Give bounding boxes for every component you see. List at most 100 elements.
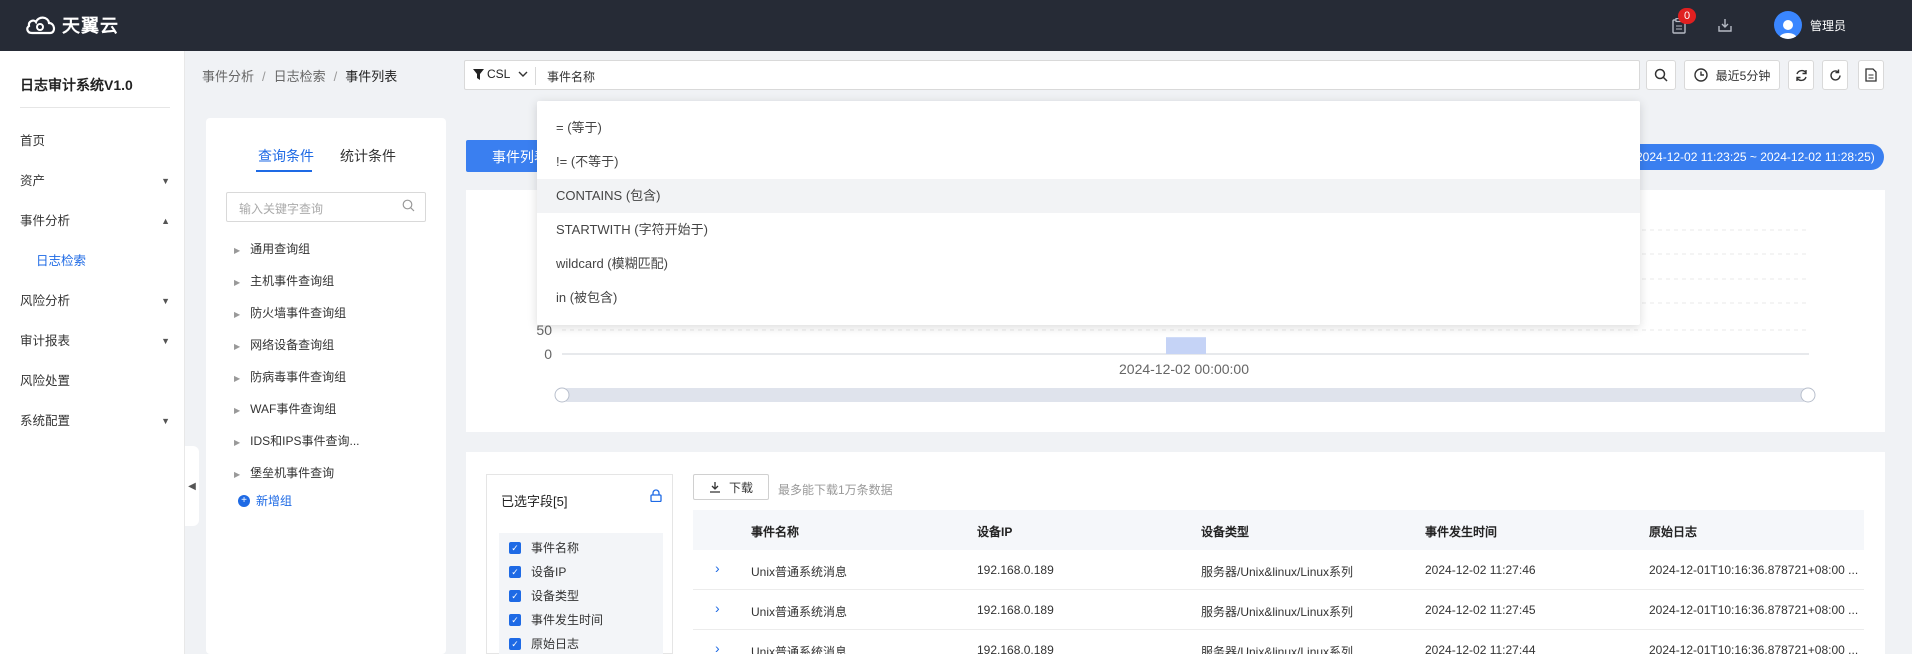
query-group-item[interactable]: ▶ 主机事件查询组 xyxy=(234,272,334,289)
cloud-icon xyxy=(26,16,56,35)
export-button[interactable] xyxy=(1858,60,1884,90)
field-label: 设备类型 xyxy=(531,589,580,603)
sidebar-item-assets[interactable]: 资产 ▼ xyxy=(20,170,170,192)
caret-right-icon: ▶ xyxy=(234,438,241,447)
breadcrumb-item[interactable]: 事件分析 xyxy=(202,69,254,84)
sidebar-item-label: 系统配置 xyxy=(20,414,71,428)
refresh-button[interactable] xyxy=(1822,60,1848,90)
query-input[interactable] xyxy=(547,66,1147,86)
avatar xyxy=(1774,11,1802,39)
checkbox-checked-icon[interactable]: ✓ xyxy=(509,637,521,650)
tab-query-conditions[interactable]: 查询条件 xyxy=(258,146,314,166)
sidebar-item-event-analysis[interactable]: 事件分析 ▲ xyxy=(20,210,170,232)
sidebar-item-label: 风险处置 xyxy=(20,374,71,388)
caret-right-icon: ▶ xyxy=(234,470,241,479)
query-group-label: IDS和IPS事件查询... xyxy=(250,434,360,448)
field-checkbox-row[interactable]: ✓ 设备IP xyxy=(509,563,566,580)
sidebar-item-risk-analysis[interactable]: 风险分析 ▼ xyxy=(20,290,170,312)
zoom-slider-handle-right[interactable] xyxy=(1800,387,1816,403)
sidebar-item-home[interactable]: 首页 xyxy=(20,130,170,152)
clock-icon xyxy=(1693,68,1708,82)
query-bar: CSL xyxy=(464,60,1640,90)
download-tray-icon[interactable] xyxy=(1718,18,1732,36)
cell-event-name: Unix普通系统消息 xyxy=(751,605,848,619)
operator-option-in[interactable]: in (被包含) xyxy=(537,281,1640,315)
chevron-right-icon[interactable]: › xyxy=(715,600,720,616)
download-button[interactable]: 下载 xyxy=(693,474,769,500)
operator-option-wildcard[interactable]: wildcard (模糊匹配) xyxy=(537,247,1640,281)
field-label: 事件名称 xyxy=(531,541,580,555)
notification-badge: 0 xyxy=(1678,8,1696,24)
table-row[interactable]: › Unix普通系统消息 192.168.0.189 服务器/Unix&linu… xyxy=(693,550,1864,590)
query-group-label: 网络设备查询组 xyxy=(250,338,335,352)
histogram-bar[interactable] xyxy=(1166,337,1206,354)
checkbox-checked-icon[interactable]: ✓ xyxy=(509,613,521,626)
lock-icon[interactable] xyxy=(650,489,662,505)
divider xyxy=(535,67,536,85)
selected-fields-panel: 已选字段[5] ✓ 事件名称 ✓ 设备IP ✓ 设备类型 ✓ 事件发生时间 ✓ 原始日志 xyxy=(486,474,673,654)
column-header[interactable]: 事件发生时间 xyxy=(1425,523,1497,540)
cell-event-time: 2024-12-02 11:27:46 xyxy=(1425,563,1536,577)
caret-right-icon: ▶ xyxy=(234,310,241,319)
cell-device-ip: 192.168.0.189 xyxy=(977,563,1054,577)
checkbox-checked-icon[interactable]: ✓ xyxy=(509,541,521,554)
chevron-right-icon[interactable]: › xyxy=(715,640,720,654)
operator-dropdown: = (等于) != (不等于) CONTAINS (包含) STARTWITH … xyxy=(537,101,1640,325)
add-group-button[interactable]: + 新增组 xyxy=(238,492,292,509)
sidebar: 日志审计系统V1.0 首页 资产 ▼ 事件分析 ▲ 日志检索 风险分析 ▼ 审计报表 ▼… xyxy=(0,51,185,654)
cell-device-type: 服务器/Unix&linux/Linux系列 xyxy=(1201,645,1354,654)
query-mode-select[interactable]: CSL xyxy=(473,67,528,81)
auto-refresh-button[interactable] xyxy=(1788,60,1814,90)
operator-option-equals[interactable]: = (等于) xyxy=(537,111,1640,145)
checkbox-checked-icon[interactable]: ✓ xyxy=(509,565,521,578)
sidebar-divider xyxy=(20,107,170,108)
sidebar-item-label: 资产 xyxy=(20,174,46,188)
column-header[interactable]: 设备IP xyxy=(977,523,1012,540)
checkbox-checked-icon[interactable]: ✓ xyxy=(509,589,521,602)
tab-stat-conditions[interactable]: 统计条件 xyxy=(340,146,396,166)
plus-icon: + xyxy=(238,494,250,507)
column-header[interactable]: 事件名称 xyxy=(751,523,799,540)
active-tab-indicator xyxy=(256,170,312,172)
x-tick-label: 2024-12-02 00:00:00 xyxy=(1119,361,1249,377)
caret-right-icon: ▶ xyxy=(234,374,241,383)
sidebar-item-audit-report[interactable]: 审计报表 ▼ xyxy=(20,330,170,352)
field-checkbox-row[interactable]: ✓ 原始日志 xyxy=(509,635,579,652)
operator-option-not-equals[interactable]: != (不等于) xyxy=(537,145,1640,179)
collapse-sidebar-button[interactable]: ◀ xyxy=(185,446,199,526)
search-button[interactable] xyxy=(1646,60,1676,90)
query-group-item[interactable]: ▶ WAF事件查询组 xyxy=(234,400,336,417)
time-range-button[interactable]: 最近5分钟 xyxy=(1684,60,1780,90)
operator-option-startwith[interactable]: STARTWITH (字符开始于) xyxy=(537,213,1640,247)
table-row[interactable]: › Unix普通系统消息 192.168.0.189 服务器/Unix&linu… xyxy=(693,630,1864,654)
download-icon xyxy=(709,482,720,493)
keyword-search-input[interactable]: 输入关键字查询 xyxy=(226,192,426,222)
query-group-label: 通用查询组 xyxy=(250,242,311,256)
zoom-slider-handle-left[interactable] xyxy=(554,387,570,403)
sidebar-item-system-config[interactable]: 系统配置 ▼ xyxy=(20,410,170,432)
query-group-item[interactable]: ▶ 堡垒机事件查询 xyxy=(234,464,334,481)
sidebar-item-risk-handling[interactable]: 风险处置 xyxy=(20,370,170,392)
query-group-item[interactable]: ▶ 网络设备查询组 xyxy=(234,336,334,353)
breadcrumb-item[interactable]: 日志检索 xyxy=(274,69,326,84)
sidebar-item-log-search[interactable]: 日志检索 xyxy=(36,250,186,272)
chevron-right-icon[interactable]: › xyxy=(715,560,720,576)
user-menu[interactable]: 管理员 xyxy=(1774,11,1846,39)
query-group-item[interactable]: ▶ IDS和IPS事件查询... xyxy=(234,432,360,449)
field-checkbox-row[interactable]: ✓ 事件名称 xyxy=(509,539,579,556)
query-group-item[interactable]: ▶ 防火墙事件查询组 xyxy=(234,304,346,321)
search-icon xyxy=(402,199,415,215)
zoom-slider-track[interactable] xyxy=(561,388,1809,402)
operator-option-contains[interactable]: CONTAINS (包含) xyxy=(537,179,1640,213)
query-group-item[interactable]: ▶ 防病毒事件查询组 xyxy=(234,368,346,385)
column-header[interactable]: 设备类型 xyxy=(1201,523,1249,540)
query-group-item[interactable]: ▶ 通用查询组 xyxy=(234,240,310,257)
field-checkbox-row[interactable]: ✓ 事件发生时间 xyxy=(509,611,603,628)
field-checkbox-row[interactable]: ✓ 设备类型 xyxy=(509,587,579,604)
breadcrumb-separator: / xyxy=(333,69,338,84)
brand-logo[interactable]: 天翼云 xyxy=(24,12,119,38)
column-header[interactable]: 原始日志 xyxy=(1649,523,1697,540)
breadcrumb-current: 事件列表 xyxy=(345,69,398,84)
download-label: 下载 xyxy=(728,480,753,495)
table-row[interactable]: › Unix普通系统消息 192.168.0.189 服务器/Unix&linu… xyxy=(693,590,1864,630)
